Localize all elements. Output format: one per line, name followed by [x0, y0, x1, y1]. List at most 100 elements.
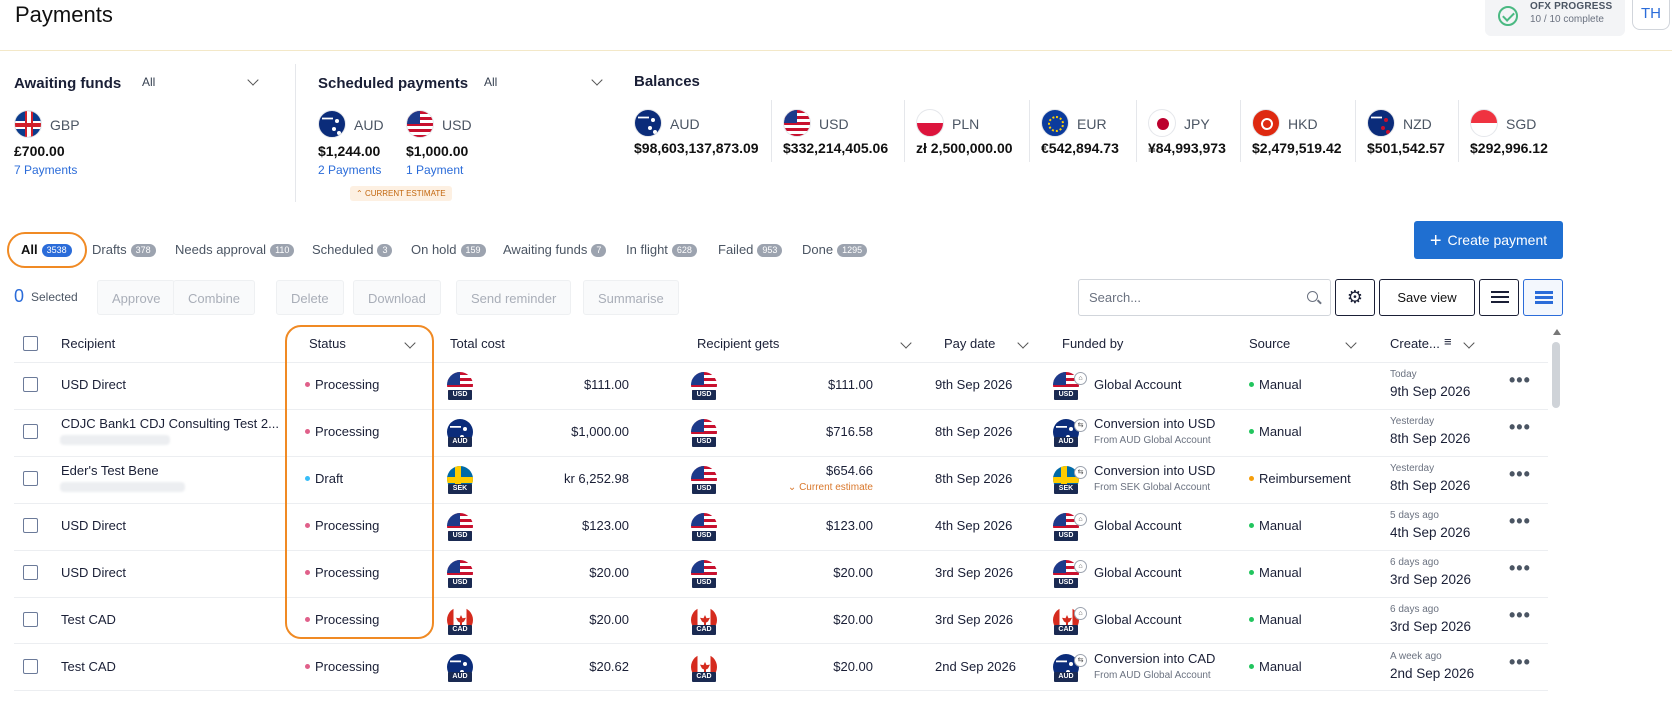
recipient-gets: $20.00 [833, 565, 873, 581]
create-payment-label: Create payment [1447, 232, 1548, 248]
source-label: Manual [1259, 658, 1302, 674]
more-options-icon[interactable]: ••• [1509, 417, 1531, 438]
more-options-icon[interactable]: ••• [1509, 605, 1531, 626]
settings-button[interactable]: ⚙ [1335, 279, 1375, 316]
source: Manual [1249, 659, 1302, 674]
chevron-down-icon[interactable] [1017, 337, 1029, 349]
tab-count-badge: 7 [591, 244, 607, 257]
more-options-icon[interactable]: ••• [1509, 558, 1531, 579]
total-cost: $111.00 [583, 377, 629, 393]
scroll-up-icon[interactable] [1553, 329, 1561, 335]
source: Manual [1249, 424, 1302, 439]
conversion-icon: ⇆ [1074, 419, 1087, 433]
recipient-name[interactable]: Test CAD [61, 659, 116, 674]
row-checkbox[interactable] [23, 658, 38, 674]
gbp-flag-icon [14, 110, 42, 138]
more-options-icon[interactable]: ••• [1509, 370, 1531, 391]
col-recipient[interactable]: Recipient [61, 336, 115, 351]
recipient-name[interactable]: USD Direct [61, 377, 126, 392]
row-divider [14, 643, 1548, 645]
chevron-down-icon[interactable] [591, 74, 603, 86]
more-options-icon[interactable]: ••• [1509, 464, 1531, 485]
recipient-name[interactable]: USD Direct [61, 565, 126, 580]
row-checkbox[interactable] [23, 471, 38, 487]
col-pay-date[interactable]: Pay date [944, 336, 995, 351]
recipient-name[interactable]: Eder's Test Bene [61, 463, 159, 478]
tab-count-badge: 378 [130, 244, 156, 257]
col-total-cost[interactable]: Total cost [450, 336, 505, 351]
conversion-icon: ⇆ [1074, 653, 1087, 667]
tab-count-badge: 1295 [837, 244, 868, 257]
created-relative: 6 days ago [1390, 557, 1439, 569]
tab-on-hold[interactable]: On hold 159 [411, 242, 486, 257]
download-button[interactable]: Download [353, 280, 441, 315]
tab-needs-approval[interactable]: Needs approval 110 [175, 242, 295, 257]
ofx-progress-card[interactable]: OFX PROGRESS 10 / 10 complete [1485, 0, 1625, 36]
balance-amount: $501,542.57 [1367, 140, 1445, 156]
source-dot [1249, 523, 1254, 529]
scheduled-payments-link[interactable]: 1 Payment [406, 163, 463, 177]
scheduled-filter[interactable]: All [484, 75, 497, 89]
delete-button[interactable]: Delete [276, 280, 344, 315]
chevron-down-icon[interactable] [900, 337, 912, 349]
search-input[interactable]: Search... [1078, 279, 1331, 316]
sort-icon[interactable]: ≡ [1444, 334, 1452, 349]
create-payment-button[interactable]: + Create payment [1414, 221, 1563, 259]
chevron-down-icon[interactable] [247, 74, 259, 86]
recipient-name[interactable]: Test CAD [61, 612, 116, 627]
chevron-down-icon[interactable] [1463, 337, 1475, 349]
tab-failed[interactable]: Failed 953 [718, 242, 783, 257]
tab-label: Scheduled [312, 242, 374, 257]
awaiting-payments-link[interactable]: 7 Payments [14, 163, 77, 177]
more-options-icon[interactable]: ••• [1509, 652, 1531, 673]
tab-in-flight[interactable]: In flight 628 [626, 242, 697, 257]
save-view-button[interactable]: Save view [1379, 279, 1475, 316]
tab-drafts[interactable]: Drafts 378 [92, 242, 156, 257]
compact-view-button[interactable] [1479, 279, 1519, 316]
select-all-checkbox[interactable] [23, 336, 38, 351]
currency-tag: USD [692, 531, 716, 542]
recipient-name[interactable]: USD Direct [61, 518, 126, 533]
col-source[interactable]: Source [1249, 336, 1290, 351]
row-checkbox[interactable] [23, 518, 38, 534]
balance-ccy: SGD [1506, 116, 1537, 132]
currency-tag: USD [692, 437, 716, 448]
recipient-gets: $20.00 [833, 658, 873, 674]
scheduled-payments-link[interactable]: 2 Payments [318, 163, 381, 177]
source-dot [1249, 616, 1254, 622]
row-checkbox[interactable] [23, 565, 38, 581]
search-placeholder: Search... [1089, 290, 1142, 305]
row-divider [14, 690, 1548, 692]
gets-currency-flag: USD [691, 560, 717, 589]
recipient-name[interactable]: CDJC Bank1 CDJ Consulting Test 2... [61, 416, 279, 431]
recipient-detail-redacted [60, 482, 185, 493]
status-dot [305, 663, 310, 669]
send-reminder-button[interactable]: Send reminder [456, 280, 572, 315]
list-icon [1491, 291, 1509, 305]
comfortable-view-button[interactable] [1523, 279, 1563, 316]
source-label: Manual [1259, 518, 1302, 534]
col-created[interactable]: Create... [1390, 336, 1440, 351]
gets-currency-flag: CAD [691, 653, 717, 682]
row-checkbox[interactable] [23, 424, 38, 440]
row-checkbox[interactable] [23, 611, 38, 627]
col-funded-by[interactable]: Funded by [1062, 336, 1123, 351]
balance-ccy: AUD [670, 116, 700, 132]
col-recipient-gets[interactable]: Recipient gets [697, 336, 779, 351]
user-avatar[interactable]: TH [1632, 0, 1670, 30]
awaiting-funds-filter[interactable]: All [142, 75, 155, 89]
summarise-button[interactable]: Summarise [583, 280, 679, 315]
scrollbar-thumb[interactable] [1552, 342, 1560, 408]
funded-by: Global Account [1094, 377, 1182, 393]
created-date: 4th Sep 2026 [1390, 525, 1471, 541]
chevron-down-icon[interactable] [1345, 337, 1357, 349]
combine-button[interactable]: Combine [173, 280, 256, 315]
tab-done[interactable]: Done 1295 [802, 242, 868, 257]
row-checkbox[interactable] [23, 377, 38, 393]
approve-button[interactable]: Approve [97, 280, 176, 315]
currency-tag: USD [448, 390, 472, 401]
tab-scheduled[interactable]: Scheduled 3 [312, 242, 393, 257]
more-options-icon[interactable]: ••• [1509, 511, 1531, 532]
funded-by-detail: From SEK Global Account [1094, 482, 1211, 494]
tab-awaiting-funds[interactable]: Awaiting funds 7 [503, 242, 607, 257]
